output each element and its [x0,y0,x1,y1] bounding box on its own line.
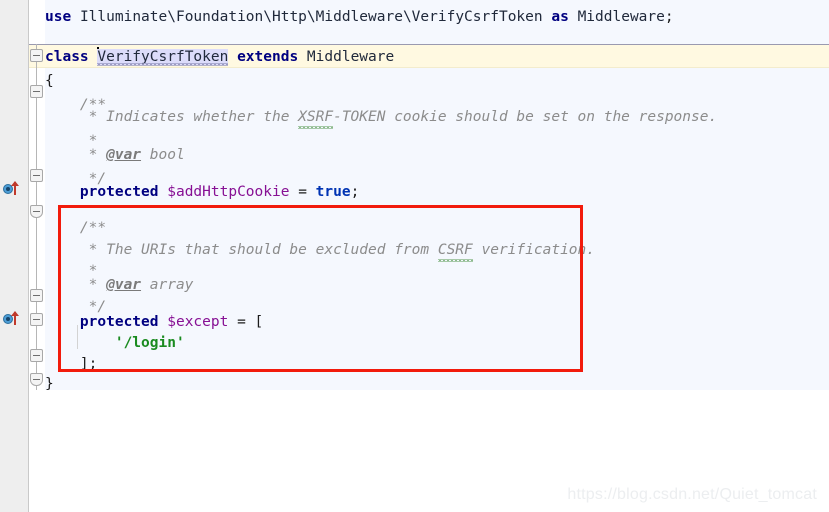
code-token: * The URIs that should be excluded from [45,242,438,258]
code-token: } [45,376,54,392]
spellcheck-word: XSRF [298,105,333,129]
code-token: = [237,314,246,330]
code-token: * Indicates whether the [45,109,299,125]
code-token: ; [664,9,674,25]
editor-code-area[interactable]: use Illuminate\Foundation\Http\Middlewar… [0,0,829,512]
code-line[interactable]: protected $addHttpCookie = true; [45,180,359,204]
code-token: $addHttpCookie [167,184,290,200]
overriding-member-icon-2[interactable] [3,311,21,326]
editor-gutter[interactable] [0,0,29,512]
code-token: @var [106,277,142,293]
code-token: * [45,147,107,163]
fold-marker-icon[interactable] [30,205,43,218]
code-token: ]; [79,356,98,372]
code-token: -TOKEN cookie should be set on the respo… [333,109,718,125]
indent-guide [77,325,78,349]
code-token: Middleware [306,49,395,65]
code-token: protected [79,314,159,330]
watermark-text: https://blog.csdn.net/Quiet_tomcat [567,486,817,503]
fold-marker-icon[interactable] [30,169,43,182]
code-token: /** [45,220,107,236]
code-token: extends [237,49,299,65]
code-line[interactable]: * @var array [45,273,194,297]
code-token: Middleware [577,9,665,25]
code-token: '/login' [114,335,185,351]
fold-marker-icon[interactable] [30,349,43,362]
code-token: * [45,277,107,293]
spellcheck-word: CSRF [437,238,473,262]
up-arrow-icon [11,181,19,195]
fold-marker-icon[interactable] [30,289,43,302]
code-line[interactable]: * @var bool [45,143,185,167]
code-token: true [315,184,351,200]
code-token: bool [141,147,185,163]
inspection-squiggle [97,63,229,66]
overriding-member-icon-1[interactable] [3,181,21,196]
code-line[interactable]: use Illuminate\Foundation\Http\Middlewar… [45,5,674,29]
code-line[interactable]: * The URIs that should be excluded from … [45,238,595,262]
code-line[interactable]: class VerifyCsrfToken extends Middleware [45,45,394,69]
code-token: = [298,184,307,200]
code-token: use [45,9,72,25]
fold-marker-icon[interactable] [30,313,43,326]
code-line[interactable]: { [45,69,54,93]
code-token: { [45,73,54,89]
code-line[interactable]: /** [45,216,106,240]
code-line[interactable]: } [45,372,54,396]
code-editor: use Illuminate\Foundation\Http\Middlewar… [0,0,829,512]
fold-marker-icon[interactable] [30,373,43,386]
code-token: as [551,9,569,25]
code-token: Illuminate\Foundation\Http\Middleware\Ve… [79,9,543,25]
selected-identifier: VerifyCsrfToken [97,49,229,66]
fold-column[interactable] [29,0,45,512]
code-token: class [45,49,89,65]
code-line[interactable]: * Indicates whether the XSRF-TOKEN cooki… [45,105,717,129]
code-token: [ [254,314,264,330]
up-arrow-icon [11,311,19,325]
code-token: verification. [472,242,595,258]
code-token: protected [79,184,159,200]
code-token: $except [167,314,229,330]
code-token: ; [350,184,360,200]
fold-marker-icon[interactable] [30,49,43,62]
code-token: array [141,277,194,293]
code-token: @var [106,147,142,163]
fold-marker-icon[interactable] [30,85,43,98]
